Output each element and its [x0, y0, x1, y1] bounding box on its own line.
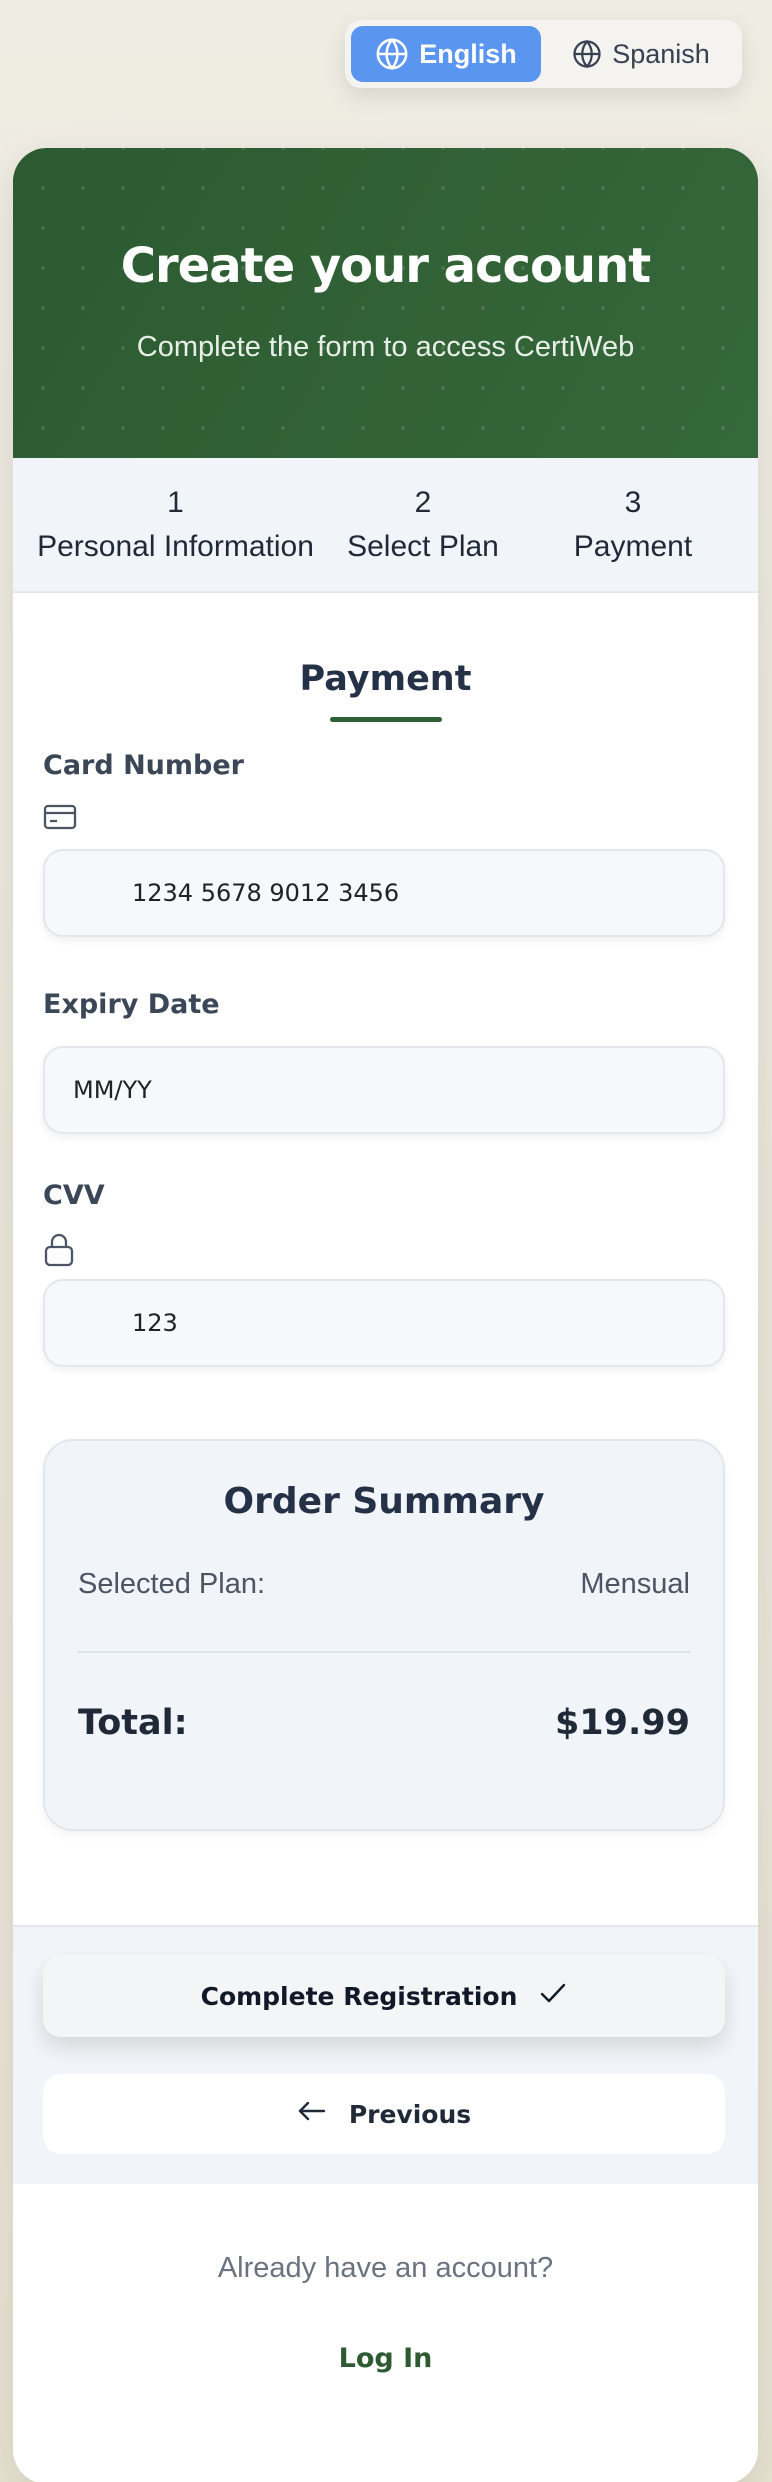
globe-icon	[572, 39, 602, 69]
selected-plan-value: Mensual	[580, 1568, 690, 1600]
step-number: 1	[167, 485, 184, 519]
payment-section-title: Payment	[299, 659, 472, 699]
total-value: $19.99	[554, 1703, 690, 1743]
complete-registration-label: Complete Registration	[200, 1981, 518, 2011]
selected-plan-label: Selected Plan:	[78, 1568, 266, 1600]
page-title: Create your account	[120, 238, 651, 294]
selected-plan-row: Selected Plan: Mensual	[78, 1568, 690, 1601]
order-summary-title: Order Summary	[223, 1481, 545, 1522]
cvv-label: CVV	[43, 1180, 105, 1211]
hero-header: Create your account Complete the form to…	[13, 148, 758, 458]
spanish-language-label: Spanish	[612, 38, 710, 69]
step-label: Personal Information	[37, 529, 314, 563]
registration-steps: 1 Personal Information 2 Select Plan 3 P…	[13, 458, 758, 593]
login-prompt: Already have an account? Log In	[13, 2184, 758, 2374]
order-summary: Order Summary Selected Plan: Mensual Tot…	[43, 1439, 725, 1831]
card-number-input[interactable]: 1234 5678 9012 3456	[43, 849, 725, 937]
step-personal-information: 1 Personal Information	[13, 458, 338, 591]
globe-icon	[375, 37, 409, 71]
step-number: 3	[624, 485, 642, 519]
login-prompt-text: Already have an account?	[217, 2252, 554, 2284]
expiry-date-input[interactable]: MM/YY	[43, 1046, 725, 1134]
language-switch: English Spanish	[345, 20, 742, 88]
total-row: Total: $19.99	[78, 1703, 690, 1743]
complete-registration-button[interactable]: Complete Registration	[43, 1955, 725, 2037]
step-label: Select Plan	[347, 529, 499, 563]
summary-divider	[78, 1651, 690, 1653]
section-title-underline	[329, 717, 442, 722]
step-payment: 3 Payment	[508, 458, 758, 591]
total-label: Total:	[78, 1703, 188, 1743]
previous-button[interactable]: Previous	[43, 2074, 725, 2154]
step-number: 2	[414, 485, 432, 519]
page-subtitle: Complete the form to access CertiWeb	[136, 330, 635, 363]
form-actions: Complete Registration Previous	[13, 1925, 758, 2184]
check-icon	[539, 1981, 567, 2011]
step-select-plan: 2 Select Plan	[338, 458, 508, 591]
arrow-left-icon	[297, 2099, 327, 2129]
english-language-button[interactable]: English	[351, 26, 541, 82]
english-language-label: English	[419, 38, 517, 69]
expiry-date-label: Expiry Date	[43, 989, 220, 1020]
lock-icon	[43, 1233, 728, 1267]
registration-card: Create your account Complete the form to…	[13, 148, 758, 2482]
card-number-label: Card Number	[43, 750, 244, 781]
login-link[interactable]: Log In	[339, 2343, 433, 2374]
credit-card-icon	[43, 803, 728, 835]
cvv-input[interactable]: 123	[43, 1279, 725, 1367]
previous-label: Previous	[348, 2099, 472, 2129]
step-label: Payment	[573, 529, 693, 563]
payment-form: Payment Card Number 1234 5678 9012 3456 …	[13, 659, 758, 1831]
spanish-language-button[interactable]: Spanish	[547, 26, 735, 82]
